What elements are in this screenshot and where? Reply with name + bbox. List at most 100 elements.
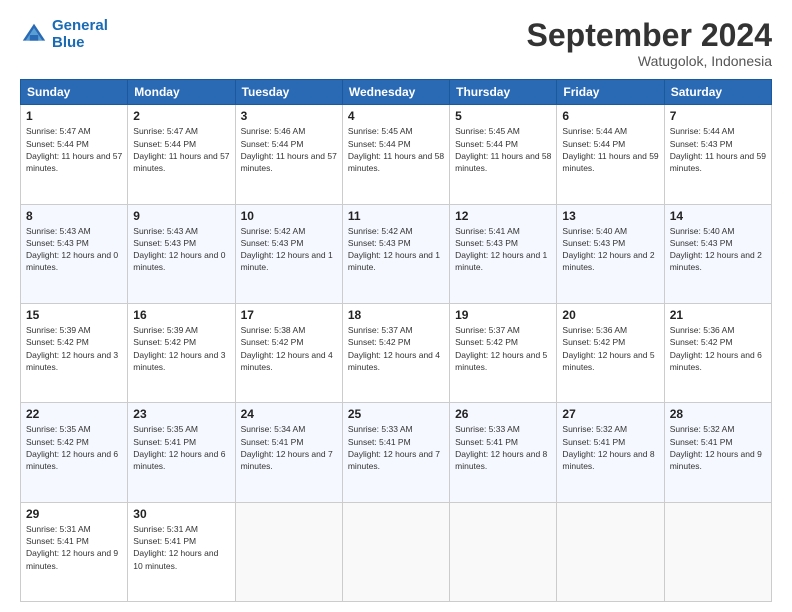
day-number: 20 <box>562 308 658 322</box>
day-number: 11 <box>348 209 444 223</box>
day-number: 25 <box>348 407 444 421</box>
day-info: Sunrise: 5:37 AMSunset: 5:42 PMDaylight:… <box>455 324 551 373</box>
day-number: 15 <box>26 308 122 322</box>
day-info: Sunrise: 5:36 AMSunset: 5:42 PMDaylight:… <box>670 324 766 373</box>
calendar-cell: 16 Sunrise: 5:39 AMSunset: 5:42 PMDaylig… <box>128 303 235 402</box>
day-info: Sunrise: 5:37 AMSunset: 5:42 PMDaylight:… <box>348 324 444 373</box>
calendar-week-row: 8 Sunrise: 5:43 AMSunset: 5:43 PMDayligh… <box>21 204 772 303</box>
calendar-cell: 8 Sunrise: 5:43 AMSunset: 5:43 PMDayligh… <box>21 204 128 303</box>
day-number: 17 <box>241 308 337 322</box>
day-info: Sunrise: 5:44 AMSunset: 5:44 PMDaylight:… <box>562 125 658 174</box>
day-number: 12 <box>455 209 551 223</box>
day-number: 8 <box>26 209 122 223</box>
calendar-cell: 9 Sunrise: 5:43 AMSunset: 5:43 PMDayligh… <box>128 204 235 303</box>
day-info: Sunrise: 5:31 AMSunset: 5:41 PMDaylight:… <box>26 523 122 572</box>
calendar-cell: 30 Sunrise: 5:31 AMSunset: 5:41 PMDaylig… <box>128 502 235 601</box>
day-number: 2 <box>133 109 229 123</box>
calendar-cell: 5 Sunrise: 5:45 AMSunset: 5:44 PMDayligh… <box>450 105 557 204</box>
logo: General Blue <box>20 18 108 51</box>
day-info: Sunrise: 5:33 AMSunset: 5:41 PMDaylight:… <box>348 423 444 472</box>
day-number: 9 <box>133 209 229 223</box>
day-info: Sunrise: 5:43 AMSunset: 5:43 PMDaylight:… <box>133 225 229 274</box>
day-info: Sunrise: 5:33 AMSunset: 5:41 PMDaylight:… <box>455 423 551 472</box>
day-number: 26 <box>455 407 551 421</box>
day-info: Sunrise: 5:39 AMSunset: 5:42 PMDaylight:… <box>133 324 229 373</box>
day-info: Sunrise: 5:36 AMSunset: 5:42 PMDaylight:… <box>562 324 658 373</box>
day-info: Sunrise: 5:31 AMSunset: 5:41 PMDaylight:… <box>133 523 229 572</box>
calendar-cell: 11 Sunrise: 5:42 AMSunset: 5:43 PMDaylig… <box>342 204 449 303</box>
day-info: Sunrise: 5:44 AMSunset: 5:43 PMDaylight:… <box>670 125 766 174</box>
day-info: Sunrise: 5:35 AMSunset: 5:41 PMDaylight:… <box>133 423 229 472</box>
calendar-cell: 12 Sunrise: 5:41 AMSunset: 5:43 PMDaylig… <box>450 204 557 303</box>
calendar-cell: 28 Sunrise: 5:32 AMSunset: 5:41 PMDaylig… <box>664 403 771 502</box>
day-number: 3 <box>241 109 337 123</box>
day-number: 29 <box>26 507 122 521</box>
calendar-cell: 21 Sunrise: 5:36 AMSunset: 5:42 PMDaylig… <box>664 303 771 402</box>
location: Watugolok, Indonesia <box>527 53 772 69</box>
day-info: Sunrise: 5:38 AMSunset: 5:42 PMDaylight:… <box>241 324 337 373</box>
calendar-cell: 14 Sunrise: 5:40 AMSunset: 5:43 PMDaylig… <box>664 204 771 303</box>
day-info: Sunrise: 5:41 AMSunset: 5:43 PMDaylight:… <box>455 225 551 274</box>
day-number: 27 <box>562 407 658 421</box>
logo-general: General <box>52 17 108 34</box>
calendar-table: Sunday Monday Tuesday Wednesday Thursday… <box>20 79 772 602</box>
calendar-cell: 19 Sunrise: 5:37 AMSunset: 5:42 PMDaylig… <box>450 303 557 402</box>
month-title: September 2024 <box>527 18 772 53</box>
calendar-cell: 27 Sunrise: 5:32 AMSunset: 5:41 PMDaylig… <box>557 403 664 502</box>
th-monday: Monday <box>128 80 235 105</box>
calendar-cell <box>664 502 771 601</box>
calendar-cell <box>342 502 449 601</box>
logo-blue: Blue <box>52 34 85 51</box>
day-number: 18 <box>348 308 444 322</box>
day-info: Sunrise: 5:35 AMSunset: 5:42 PMDaylight:… <box>26 423 122 472</box>
calendar-cell: 29 Sunrise: 5:31 AMSunset: 5:41 PMDaylig… <box>21 502 128 601</box>
day-number: 22 <box>26 407 122 421</box>
day-number: 5 <box>455 109 551 123</box>
day-number: 28 <box>670 407 766 421</box>
day-info: Sunrise: 5:32 AMSunset: 5:41 PMDaylight:… <box>562 423 658 472</box>
calendar-cell: 20 Sunrise: 5:36 AMSunset: 5:42 PMDaylig… <box>557 303 664 402</box>
calendar-cell: 15 Sunrise: 5:39 AMSunset: 5:42 PMDaylig… <box>21 303 128 402</box>
calendar-cell <box>450 502 557 601</box>
calendar-header: Sunday Monday Tuesday Wednesday Thursday… <box>21 80 772 105</box>
th-thursday: Thursday <box>450 80 557 105</box>
calendar-cell: 4 Sunrise: 5:45 AMSunset: 5:44 PMDayligh… <box>342 105 449 204</box>
calendar-cell: 26 Sunrise: 5:33 AMSunset: 5:41 PMDaylig… <box>450 403 557 502</box>
day-info: Sunrise: 5:40 AMSunset: 5:43 PMDaylight:… <box>562 225 658 274</box>
calendar-cell: 25 Sunrise: 5:33 AMSunset: 5:41 PMDaylig… <box>342 403 449 502</box>
day-number: 13 <box>562 209 658 223</box>
day-info: Sunrise: 5:42 AMSunset: 5:43 PMDaylight:… <box>241 225 337 274</box>
calendar-cell: 22 Sunrise: 5:35 AMSunset: 5:42 PMDaylig… <box>21 403 128 502</box>
logo-icon <box>20 21 48 49</box>
calendar-cell <box>235 502 342 601</box>
day-number: 23 <box>133 407 229 421</box>
calendar-cell: 17 Sunrise: 5:38 AMSunset: 5:42 PMDaylig… <box>235 303 342 402</box>
day-number: 6 <box>562 109 658 123</box>
calendar-cell: 13 Sunrise: 5:40 AMSunset: 5:43 PMDaylig… <box>557 204 664 303</box>
th-saturday: Saturday <box>664 80 771 105</box>
calendar-body: 1 Sunrise: 5:47 AMSunset: 5:44 PMDayligh… <box>21 105 772 602</box>
calendar-week-row: 29 Sunrise: 5:31 AMSunset: 5:41 PMDaylig… <box>21 502 772 601</box>
page: General Blue September 2024 Watugolok, I… <box>0 0 792 612</box>
day-info: Sunrise: 5:46 AMSunset: 5:44 PMDaylight:… <box>241 125 337 174</box>
th-wednesday: Wednesday <box>342 80 449 105</box>
header: General Blue September 2024 Watugolok, I… <box>20 18 772 69</box>
day-number: 21 <box>670 308 766 322</box>
calendar-cell <box>557 502 664 601</box>
day-info: Sunrise: 5:45 AMSunset: 5:44 PMDaylight:… <box>348 125 444 174</box>
calendar-cell: 24 Sunrise: 5:34 AMSunset: 5:41 PMDaylig… <box>235 403 342 502</box>
day-number: 24 <box>241 407 337 421</box>
calendar-week-row: 22 Sunrise: 5:35 AMSunset: 5:42 PMDaylig… <box>21 403 772 502</box>
calendar-cell: 3 Sunrise: 5:46 AMSunset: 5:44 PMDayligh… <box>235 105 342 204</box>
th-tuesday: Tuesday <box>235 80 342 105</box>
day-info: Sunrise: 5:40 AMSunset: 5:43 PMDaylight:… <box>670 225 766 274</box>
calendar-cell: 6 Sunrise: 5:44 AMSunset: 5:44 PMDayligh… <box>557 105 664 204</box>
th-sunday: Sunday <box>21 80 128 105</box>
day-info: Sunrise: 5:43 AMSunset: 5:43 PMDaylight:… <box>26 225 122 274</box>
calendar-cell: 7 Sunrise: 5:44 AMSunset: 5:43 PMDayligh… <box>664 105 771 204</box>
day-number: 19 <box>455 308 551 322</box>
day-number: 16 <box>133 308 229 322</box>
day-number: 4 <box>348 109 444 123</box>
calendar-cell: 1 Sunrise: 5:47 AMSunset: 5:44 PMDayligh… <box>21 105 128 204</box>
calendar-cell: 10 Sunrise: 5:42 AMSunset: 5:43 PMDaylig… <box>235 204 342 303</box>
